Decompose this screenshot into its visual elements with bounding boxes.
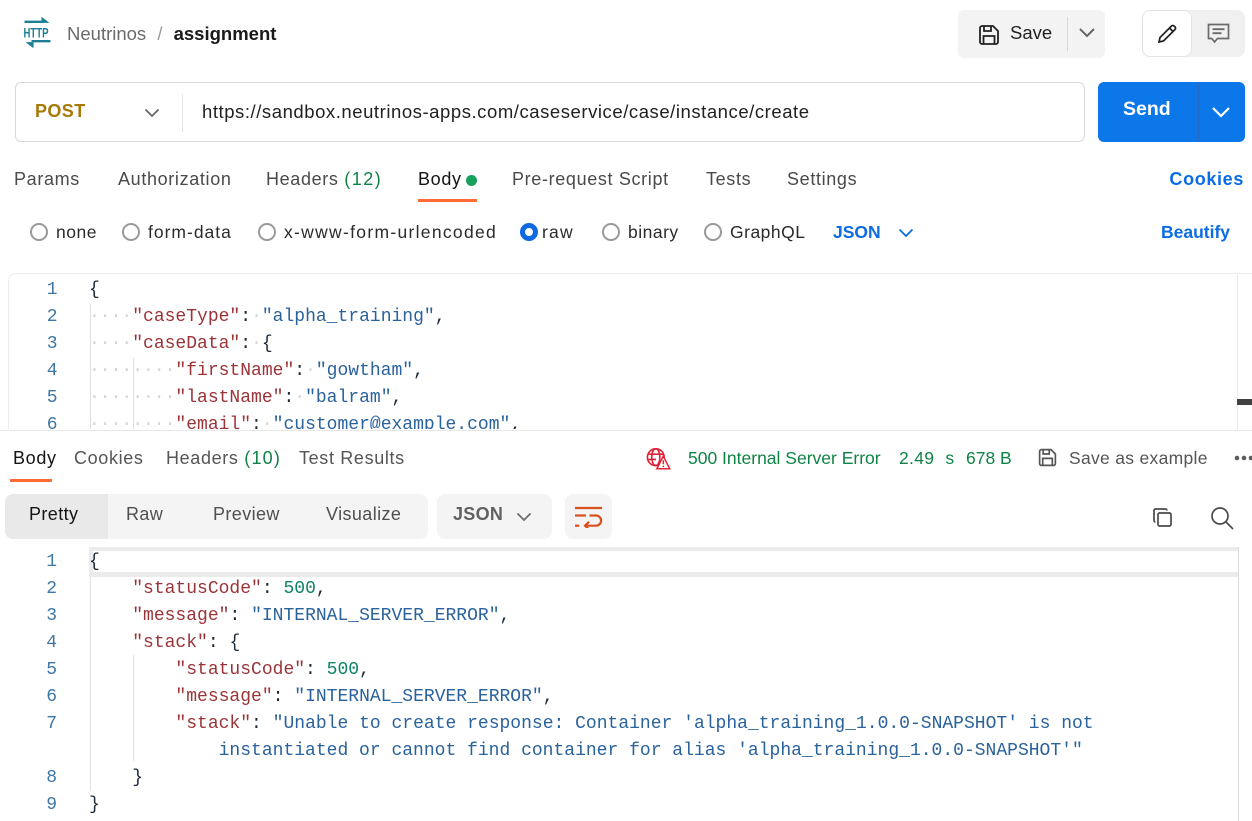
svg-text:HTTP: HTTP (24, 26, 49, 41)
